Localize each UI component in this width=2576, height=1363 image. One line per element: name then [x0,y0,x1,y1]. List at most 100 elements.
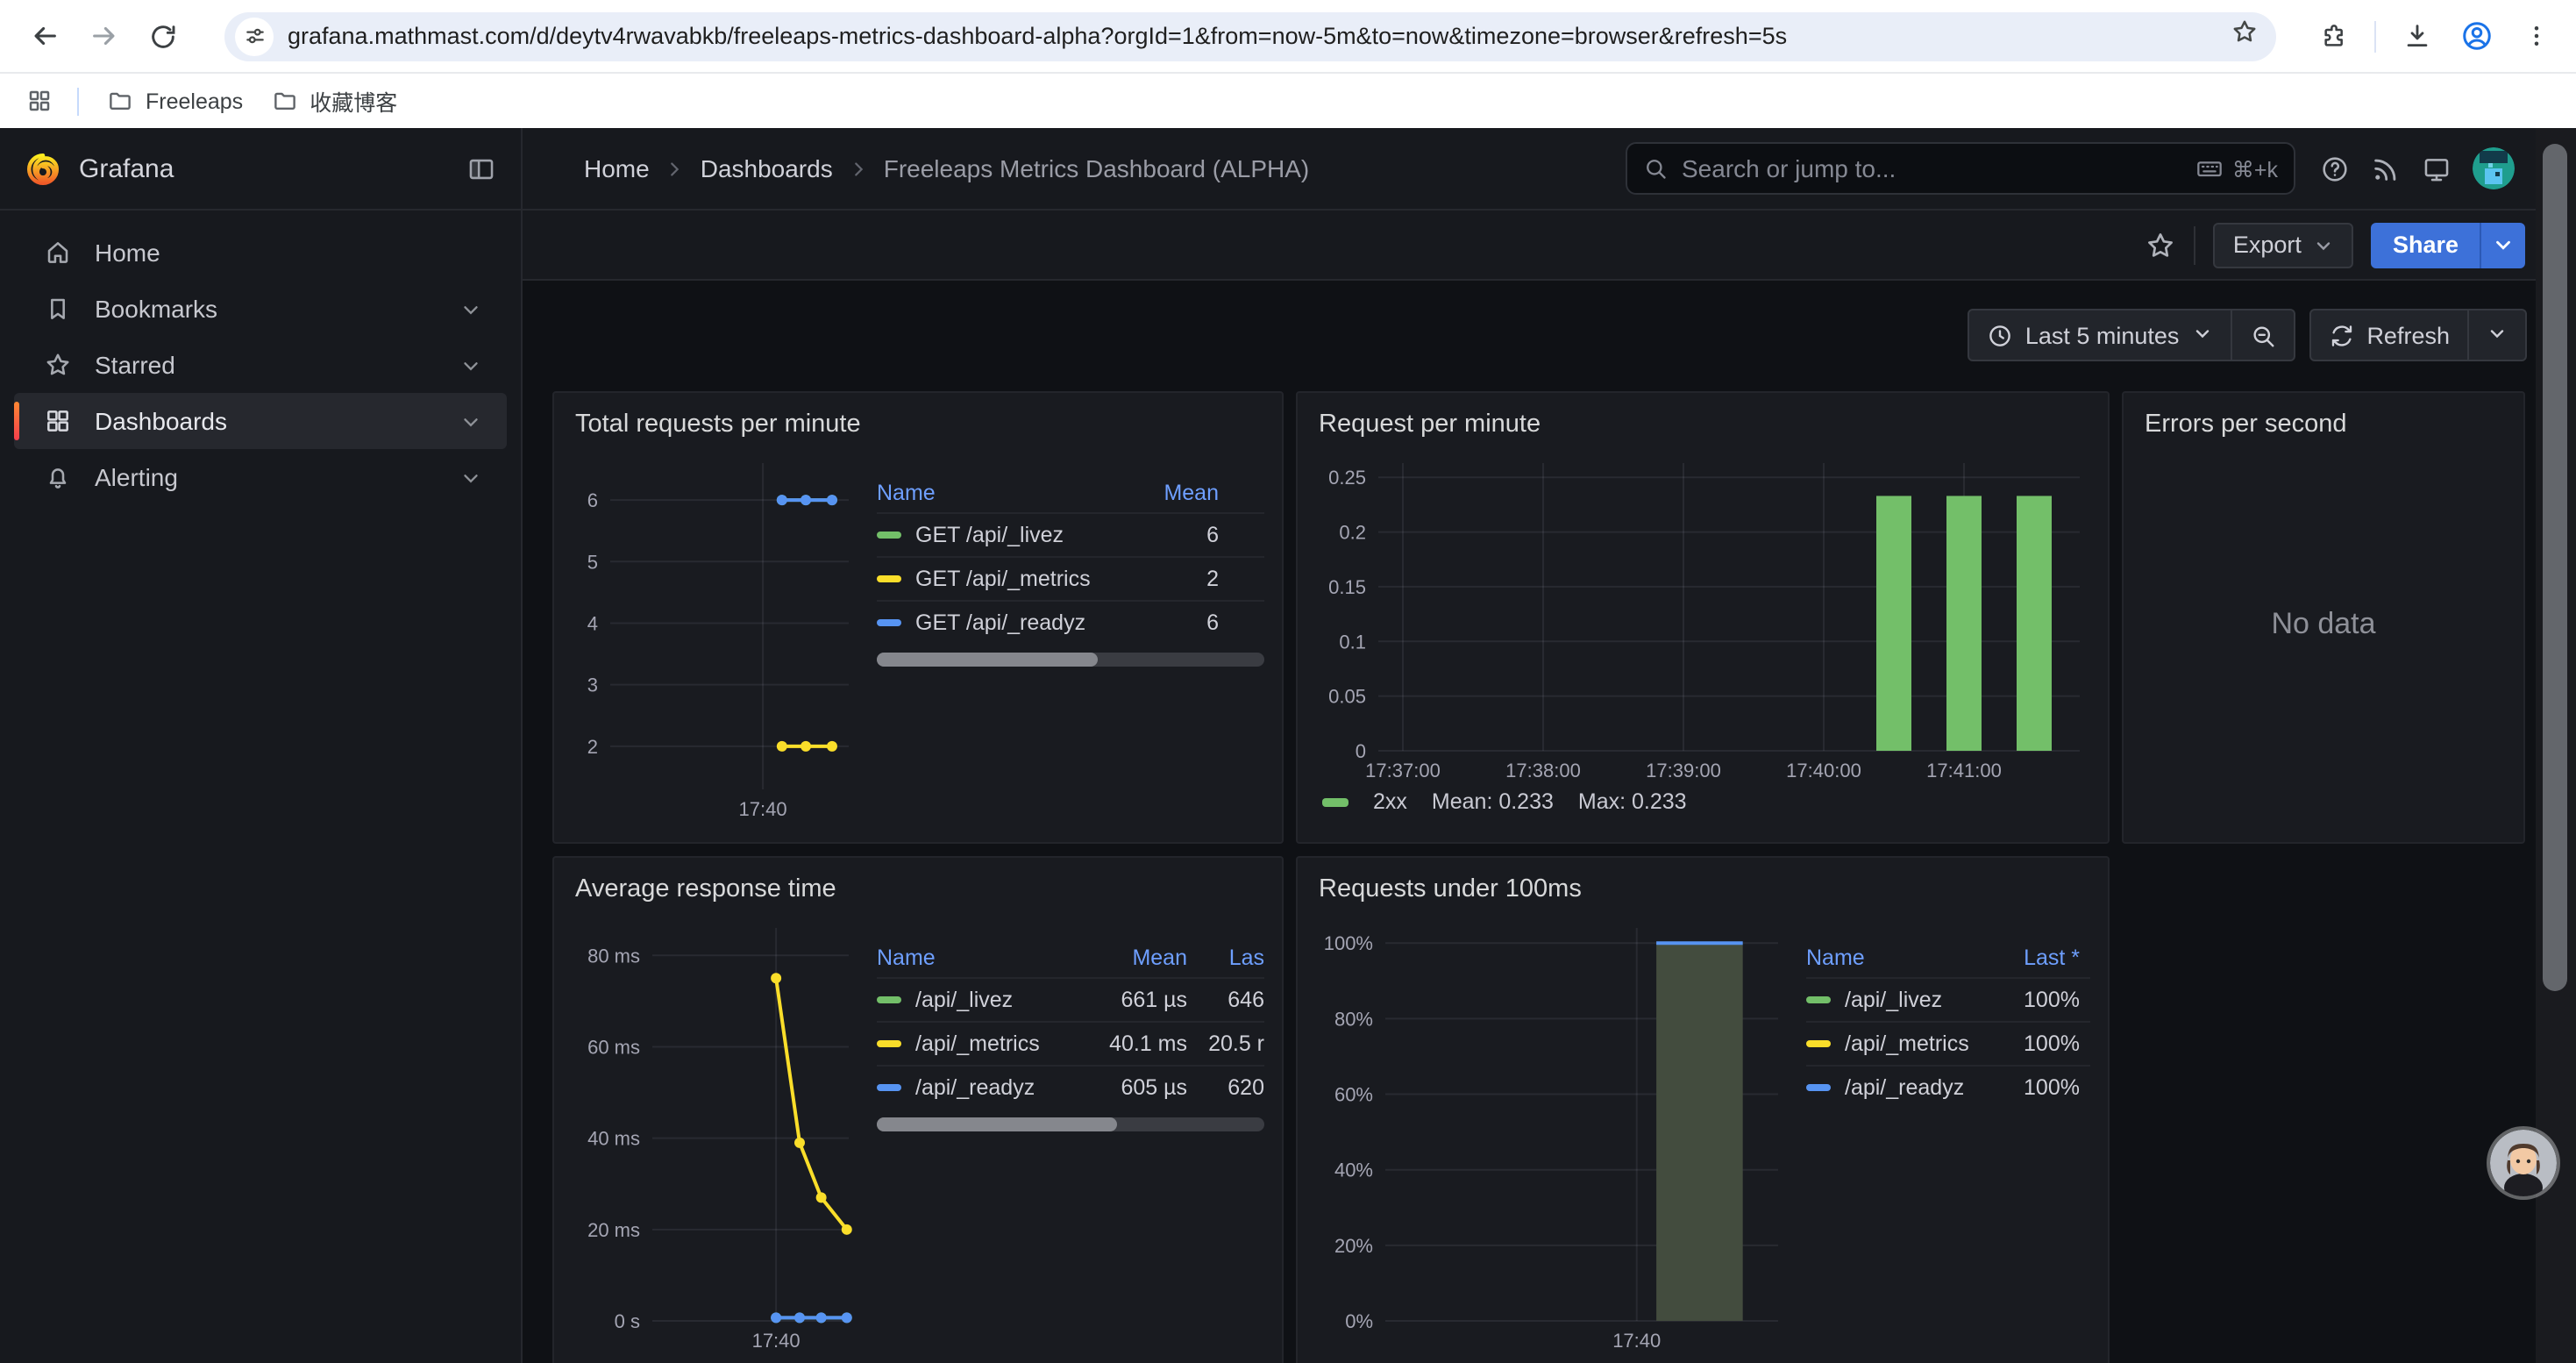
refresh-group: Refresh [2309,309,2527,361]
breadcrumb-home[interactable]: Home [584,154,650,182]
user-avatar[interactable] [2473,147,2515,189]
export-button[interactable]: Export [2214,222,2354,268]
browser-toolbar: grafana.mathmast.com/d/deytv4rwavabkb/fr… [0,0,2576,74]
time-range-picker[interactable]: Last 5 minutes [1969,310,2231,360]
share-menu-button[interactable] [2480,222,2525,268]
svg-text:0.25: 0.25 [1328,467,1366,489]
series-swatch-yellow [1806,1040,1831,1047]
sidebar-item-starred[interactable]: Starred [14,337,507,393]
browser-menu-icon[interactable] [2509,6,2562,66]
legend-row-readyz[interactable]: /api/_readyz 100% [1806,1065,2090,1109]
legend-max: Max: 0.233 [1578,789,1687,814]
chevron-down-icon[interactable] [459,466,482,489]
under-100ms-chart[interactable]: 100%80%60%40%20%0%17:40 [1315,914,1792,1352]
downloads-icon[interactable] [2390,6,2443,66]
time-controls: Last 5 minutes Refresh [1968,309,2527,361]
forward-button[interactable] [74,6,133,66]
chart-legend[interactable]: 2xx Mean: 0.233 Max: 0.233 [1315,789,2090,814]
bookmarks-bar: Freeleaps 收藏博客 [0,74,2576,128]
legend-row-readyz[interactable]: /api/_readyz 605 µs 620 [877,1065,1264,1109]
column-header-mean[interactable]: Mean [1078,946,1187,970]
bookmark-folder-label: Freeleaps [146,89,243,113]
zoom-out-icon [2249,322,2275,348]
panel-title[interactable]: Errors per second [2141,407,2506,449]
breadcrumb-dashboards[interactable]: Dashboards [701,154,833,182]
sidebar-item-bookmarks[interactable]: Bookmarks [14,281,507,337]
legend-row-livez[interactable]: GET /api/_livez 6 [877,512,1264,556]
profile-avatar-icon[interactable] [2450,6,2502,66]
url-text[interactable]: grafana.mathmast.com/d/deytv4rwavabkb/fr… [288,23,2217,49]
assistant-avatar[interactable] [2490,1130,2557,1196]
chevron-down-icon[interactable] [459,410,482,432]
sidebar-item-label: Dashboards [95,407,459,435]
panel-title[interactable]: Request per minute [1315,407,2090,449]
chevron-down-icon[interactable] [459,297,482,320]
column-header-name[interactable]: Name [877,946,1078,970]
legend-series-label[interactable]: 2xx [1373,789,1407,814]
favorite-star-icon[interactable] [2145,229,2177,260]
svg-text:0.05: 0.05 [1328,686,1366,708]
avg-response-chart[interactable]: 80 ms60 ms40 ms20 ms0 s17:40 [572,914,863,1352]
sidebar-item-alerting[interactable]: Alerting [14,449,507,505]
url-bar[interactable]: grafana.mathmast.com/d/deytv4rwavabkb/fr… [224,11,2276,61]
extensions-icon[interactable] [2308,6,2360,66]
total-requests-chart[interactable]: 6543217:40 [572,449,863,821]
chevron-down-icon[interactable] [459,353,482,376]
no-data-message: No data [2141,449,2506,800]
legend-scrollbar-thumb[interactable] [877,1117,1117,1131]
svg-text:0: 0 [1356,740,1366,762]
legend-row-metrics[interactable]: /api/_metrics 40.1 ms 20.5 r [877,1021,1264,1065]
column-header-last[interactable]: Last * [1999,946,2090,970]
request-per-minute-chart[interactable]: 00.050.10.150.20.2517:37:0017:38:0017:39… [1315,449,2094,782]
apps-grid-icon[interactable] [14,80,63,122]
legend-row-readyz[interactable]: GET /api/_readyz 6 [877,600,1264,644]
sidebar-item-dashboards[interactable]: Dashboards [14,393,507,449]
svg-text:17:38:00: 17:38:00 [1505,760,1581,781]
folder-icon [271,88,297,114]
legend-row-metrics[interactable]: GET /api/_metrics 2 [877,556,1264,600]
sidebar-item-home[interactable]: Home [14,225,507,281]
zoom-out-time-button[interactable] [2230,310,2293,360]
help-icon[interactable] [2320,153,2350,183]
search-box[interactable]: ⌘+k [1626,142,2295,195]
svg-text:17:40: 17:40 [1612,1330,1661,1352]
panel-title[interactable]: Average response time [572,872,1264,914]
bookmark-folder-freeleaps[interactable]: Freeleaps [93,82,257,119]
legend-row-livez[interactable]: /api/_livez 100% [1806,977,2090,1021]
news-rss-icon[interactable] [2371,153,2401,183]
series-swatch-green [1322,797,1348,806]
refresh-button[interactable]: Refresh [2310,310,2467,360]
page-scrollbar-thumb[interactable] [2543,144,2567,991]
svg-text:100%: 100% [1324,932,1373,954]
breadcrumb-current: Freeleaps Metrics Dashboard (ALPHA) [884,154,1310,182]
bookmark-folder-blogs[interactable]: 收藏博客 [257,79,411,123]
bookmark-star-icon[interactable] [2231,18,2259,54]
search-input[interactable] [1682,154,2195,182]
column-header-name[interactable]: Name [877,481,1159,505]
legend-scrollbar-thumb[interactable] [877,653,1098,667]
reload-button[interactable] [133,6,193,66]
share-button[interactable]: Share [2372,222,2480,268]
legend-scrollbar[interactable] [877,653,1264,667]
back-button[interactable] [14,6,74,66]
legend-row-livez[interactable]: /api/_livez 661 µs 646 [877,977,1264,1021]
svg-text:17:40:00: 17:40:00 [1786,760,1861,781]
svg-text:17:40: 17:40 [739,798,787,820]
refresh-interval-button[interactable] [2467,310,2525,360]
toolbar-divider [2195,225,2196,264]
column-header-name[interactable]: Name [1806,946,1999,970]
panel-title[interactable]: Requests under 100ms [1315,872,2090,914]
grafana-top-nav: Grafana Home Dashboards Freeleaps Metric… [0,128,2536,211]
time-range-group: Last 5 minutes [1968,309,2295,361]
dock-sidebar-icon[interactable] [466,153,496,183]
legend-scrollbar[interactable] [877,1117,1264,1131]
column-header-last[interactable]: Las [1187,946,1264,970]
series-swatch-blue [1806,1084,1831,1091]
site-settings-icon[interactable] [235,17,274,55]
panel-title[interactable]: Total requests per minute [572,407,1264,449]
bookmarks-divider [77,87,79,115]
monitor-icon[interactable] [2422,153,2451,183]
legend-row-metrics[interactable]: /api/_metrics 100% [1806,1021,2090,1065]
column-header-mean[interactable]: Mean [1159,481,1264,505]
grafana-logo[interactable] [25,150,61,187]
